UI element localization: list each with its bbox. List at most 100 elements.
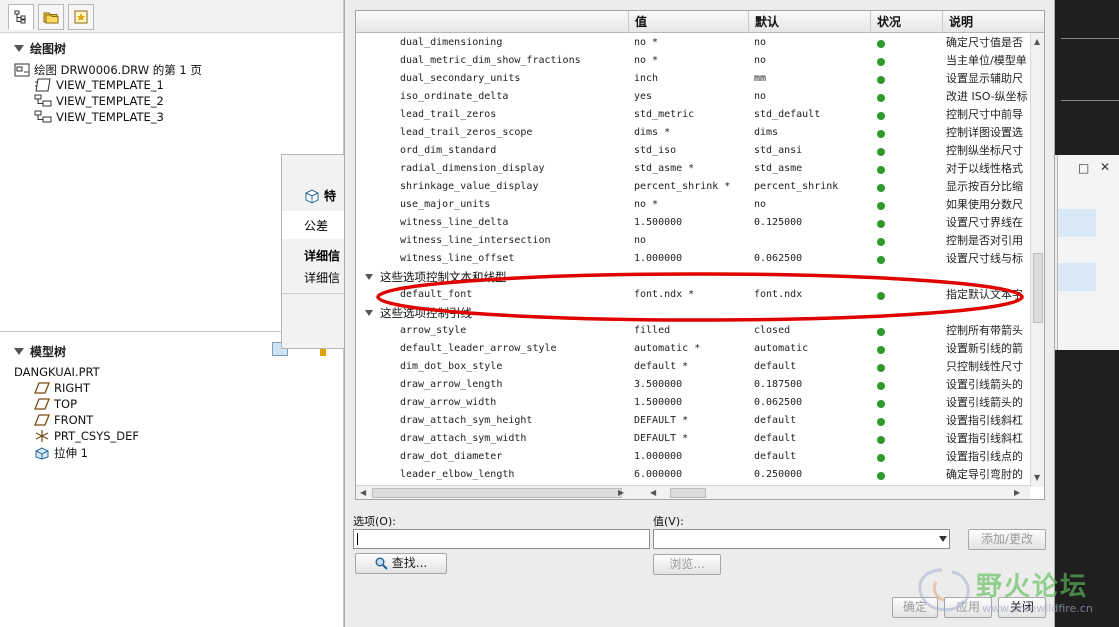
table-row[interactable]: dim_dot_box_style default * default 只控制线性尺寸 — [356, 358, 1032, 376]
find-button[interactable]: 查找... — [355, 553, 447, 574]
table-row[interactable]: use_major_units no * no 如果使用分数尺 — [356, 196, 1032, 214]
status-ok-icon — [877, 418, 885, 426]
table-row[interactable]: arrow_style filled closed 控制所有带箭头 — [356, 322, 1032, 340]
table-row[interactable]: default_font font.ndx * font.ndx 指定默认文本字 — [356, 286, 1032, 304]
option-default-cell: 0.062500 — [754, 253, 803, 264]
tab-favorites[interactable] — [68, 4, 94, 30]
tree-item-view-template-1[interactable]: VIEW_TEMPLATE_1 — [34, 78, 164, 92]
option-description-cell: 指定默认文本字 — [946, 288, 1023, 301]
option-value-cell: default * — [634, 361, 689, 372]
status-ok-icon — [877, 58, 885, 66]
close-icon[interactable]: ✕ — [1100, 160, 1110, 174]
view-template-icon — [34, 110, 52, 123]
column-header-name[interactable] — [356, 11, 628, 33]
scroll-up-icon[interactable]: ▲ — [1034, 37, 1040, 46]
option-default-cell: closed — [754, 325, 791, 336]
tree-item-extrude[interactable]: 拉伸 1 — [34, 445, 88, 461]
table-row[interactable]: leader_elbow_length 6.000000 0.250000 确定导引弯… — [356, 466, 1032, 484]
collapse-icon[interactable] — [365, 274, 373, 280]
option-name-cell: dual_metric_dim_show_fractions — [400, 55, 581, 66]
value-combobox[interactable] — [653, 529, 950, 549]
browse-button[interactable]: 浏览... — [653, 554, 721, 575]
option-group-row[interactable]: 这些选项控制引线 — [356, 304, 1032, 322]
table-row[interactable]: witness_line_intersection no 控制是否对引用 — [356, 232, 1032, 250]
option-description-cell: 设置尺寸线与标 — [946, 252, 1023, 265]
option-default-cell: 0.125000 — [754, 217, 803, 228]
option-default-cell: no — [754, 199, 767, 210]
collapse-icon[interactable] — [365, 310, 373, 316]
close-button[interactable]: 关闭 — [998, 597, 1046, 618]
tab-model-tree[interactable] — [8, 4, 34, 30]
table-row[interactable]: draw_attach_sym_width DEFAULT * default 设置指… — [356, 430, 1032, 448]
scroll-left-icon[interactable]: ◀ — [650, 488, 656, 497]
option-value-cell: font.ndx * — [634, 289, 695, 300]
option-default-cell: default — [754, 361, 797, 372]
option-value-cell: 1.000000 — [634, 451, 683, 462]
vertical-scrollbar[interactable]: ▲ ▼ — [1030, 33, 1044, 487]
drawing-sheet-icon — [14, 63, 30, 77]
scroll-right-icon[interactable]: ▶ — [618, 488, 624, 497]
table-row[interactable]: draw_dot_diameter 1.000000 default 设置指引线点的 — [356, 448, 1032, 466]
tree-item-label: FRONT — [54, 413, 94, 427]
scroll-left-icon[interactable]: ◀ — [360, 488, 366, 497]
table-row[interactable]: draw_arrow_length 3.500000 0.187500 设置引线箭头的 — [356, 376, 1032, 394]
tab-folder-browser[interactable] — [38, 4, 64, 30]
table-row[interactable]: radial_dimension_display std_asme * std_as… — [356, 160, 1032, 178]
vertical-scroll-thumb[interactable] — [1033, 253, 1043, 323]
option-name-cell: radial_dimension_display — [400, 163, 545, 174]
option-name-cell: dual_dimensioning — [400, 37, 503, 48]
option-value-cell: 3.500000 — [634, 379, 683, 390]
status-ok-icon — [877, 328, 885, 336]
tree-item-top[interactable]: TOP — [34, 397, 77, 411]
apply-button[interactable]: 应用 — [944, 597, 992, 618]
chevron-down-icon[interactable] — [939, 536, 947, 542]
status-ok-icon — [877, 166, 885, 174]
drawing-tree-header[interactable]: 绘图树 — [14, 40, 66, 57]
table-row[interactable]: default_leader_arrow_style automatic * aut… — [356, 340, 1032, 358]
table-row[interactable]: shrinkage_value_display percent_shrink * p… — [356, 178, 1032, 196]
horizontal-scrollbar-right[interactable]: ◀ ▶ — [644, 485, 1030, 499]
tree-item-right[interactable]: RIGHT — [34, 381, 90, 395]
tree-item-view-template-3[interactable]: VIEW_TEMPLATE_3 — [34, 110, 164, 124]
option-default-cell: no — [754, 91, 767, 102]
scroll-right-icon[interactable]: ▶ — [1014, 488, 1020, 497]
horizontal-scrollbar-left[interactable]: ◀ ▶ — [356, 485, 644, 499]
tree-item-view-template-2[interactable]: VIEW_TEMPLATE_2 — [34, 94, 164, 108]
tree-item-csys[interactable]: PRT_CSYS_DEF — [34, 429, 139, 443]
drawing-tree-root[interactable]: 绘图 DRW0006.DRW 的第 1 页 — [14, 62, 202, 78]
table-row[interactable]: dual_metric_dim_show_fractions no * no 当主单位… — [356, 52, 1032, 70]
table-row[interactable]: witness_line_delta 1.500000 0.125000 设置尺寸界线… — [356, 214, 1032, 232]
tree-item-label: VIEW_TEMPLATE_1 — [56, 78, 164, 92]
table-row[interactable]: draw_arrow_width 1.500000 0.062500 设置引线箭头的 — [356, 394, 1032, 412]
table-row[interactable]: draw_attach_sym_height DEFAULT * default 设置… — [356, 412, 1032, 430]
ok-button[interactable]: 确定 — [892, 597, 938, 618]
tree-item-label: VIEW_TEMPLATE_3 — [56, 110, 164, 124]
table-row[interactable]: lead_trail_zeros std_metric std_default 控制尺… — [356, 106, 1032, 124]
horizontal-scroll-thumb-left[interactable] — [372, 488, 622, 498]
model-tree-title: 模型树 — [30, 345, 67, 359]
table-row[interactable]: iso_ordinate_delta yes no 改进 ISO-纵坐标 — [356, 88, 1032, 106]
table-row[interactable]: witness_line_offset 1.000000 0.062500 设置尺寸线… — [356, 250, 1032, 268]
status-ok-icon — [877, 256, 885, 264]
scroll-down-icon[interactable]: ▼ — [1034, 473, 1040, 482]
column-header-value[interactable]: 值 — [628, 11, 748, 33]
column-header-status[interactable]: 状况 — [870, 11, 942, 33]
column-header-default[interactable]: 默认 — [748, 11, 870, 33]
add-change-button[interactable]: 添加/更改 — [968, 529, 1046, 550]
table-row[interactable]: ord_dim_standard std_iso std_ansi 控制纵坐标尺寸 — [356, 142, 1032, 160]
model-tree-header[interactable]: 模型树 — [14, 343, 66, 360]
horizontal-scroll-thumb-right[interactable] — [670, 488, 706, 498]
drawing-tree-title: 绘图树 — [30, 42, 67, 56]
table-row[interactable]: dual_dimensioning no * no 确定尺寸值是否 — [356, 34, 1032, 52]
table-row[interactable]: lead_trail_zeros_scope dims * dims 控制详图设置选 — [356, 124, 1032, 142]
column-header-description[interactable]: 说明 — [942, 11, 1044, 33]
option-name-cell: draw_arrow_width — [400, 397, 497, 408]
option-value-cell: no * — [634, 55, 659, 66]
option-input[interactable] — [353, 529, 650, 549]
option-name-cell: draw_attach_sym_width — [400, 433, 527, 444]
tree-item-front[interactable]: FRONT — [34, 413, 93, 427]
table-row[interactable]: dual_secondary_units inch mm 设置显示辅助尺 — [356, 70, 1032, 88]
feature-dialog-title: 特 — [324, 189, 337, 203]
model-tree-root[interactable]: DANGKUAI.PRT — [14, 365, 100, 379]
option-group-row[interactable]: 这些选项控制文本和线型 — [356, 268, 1032, 286]
